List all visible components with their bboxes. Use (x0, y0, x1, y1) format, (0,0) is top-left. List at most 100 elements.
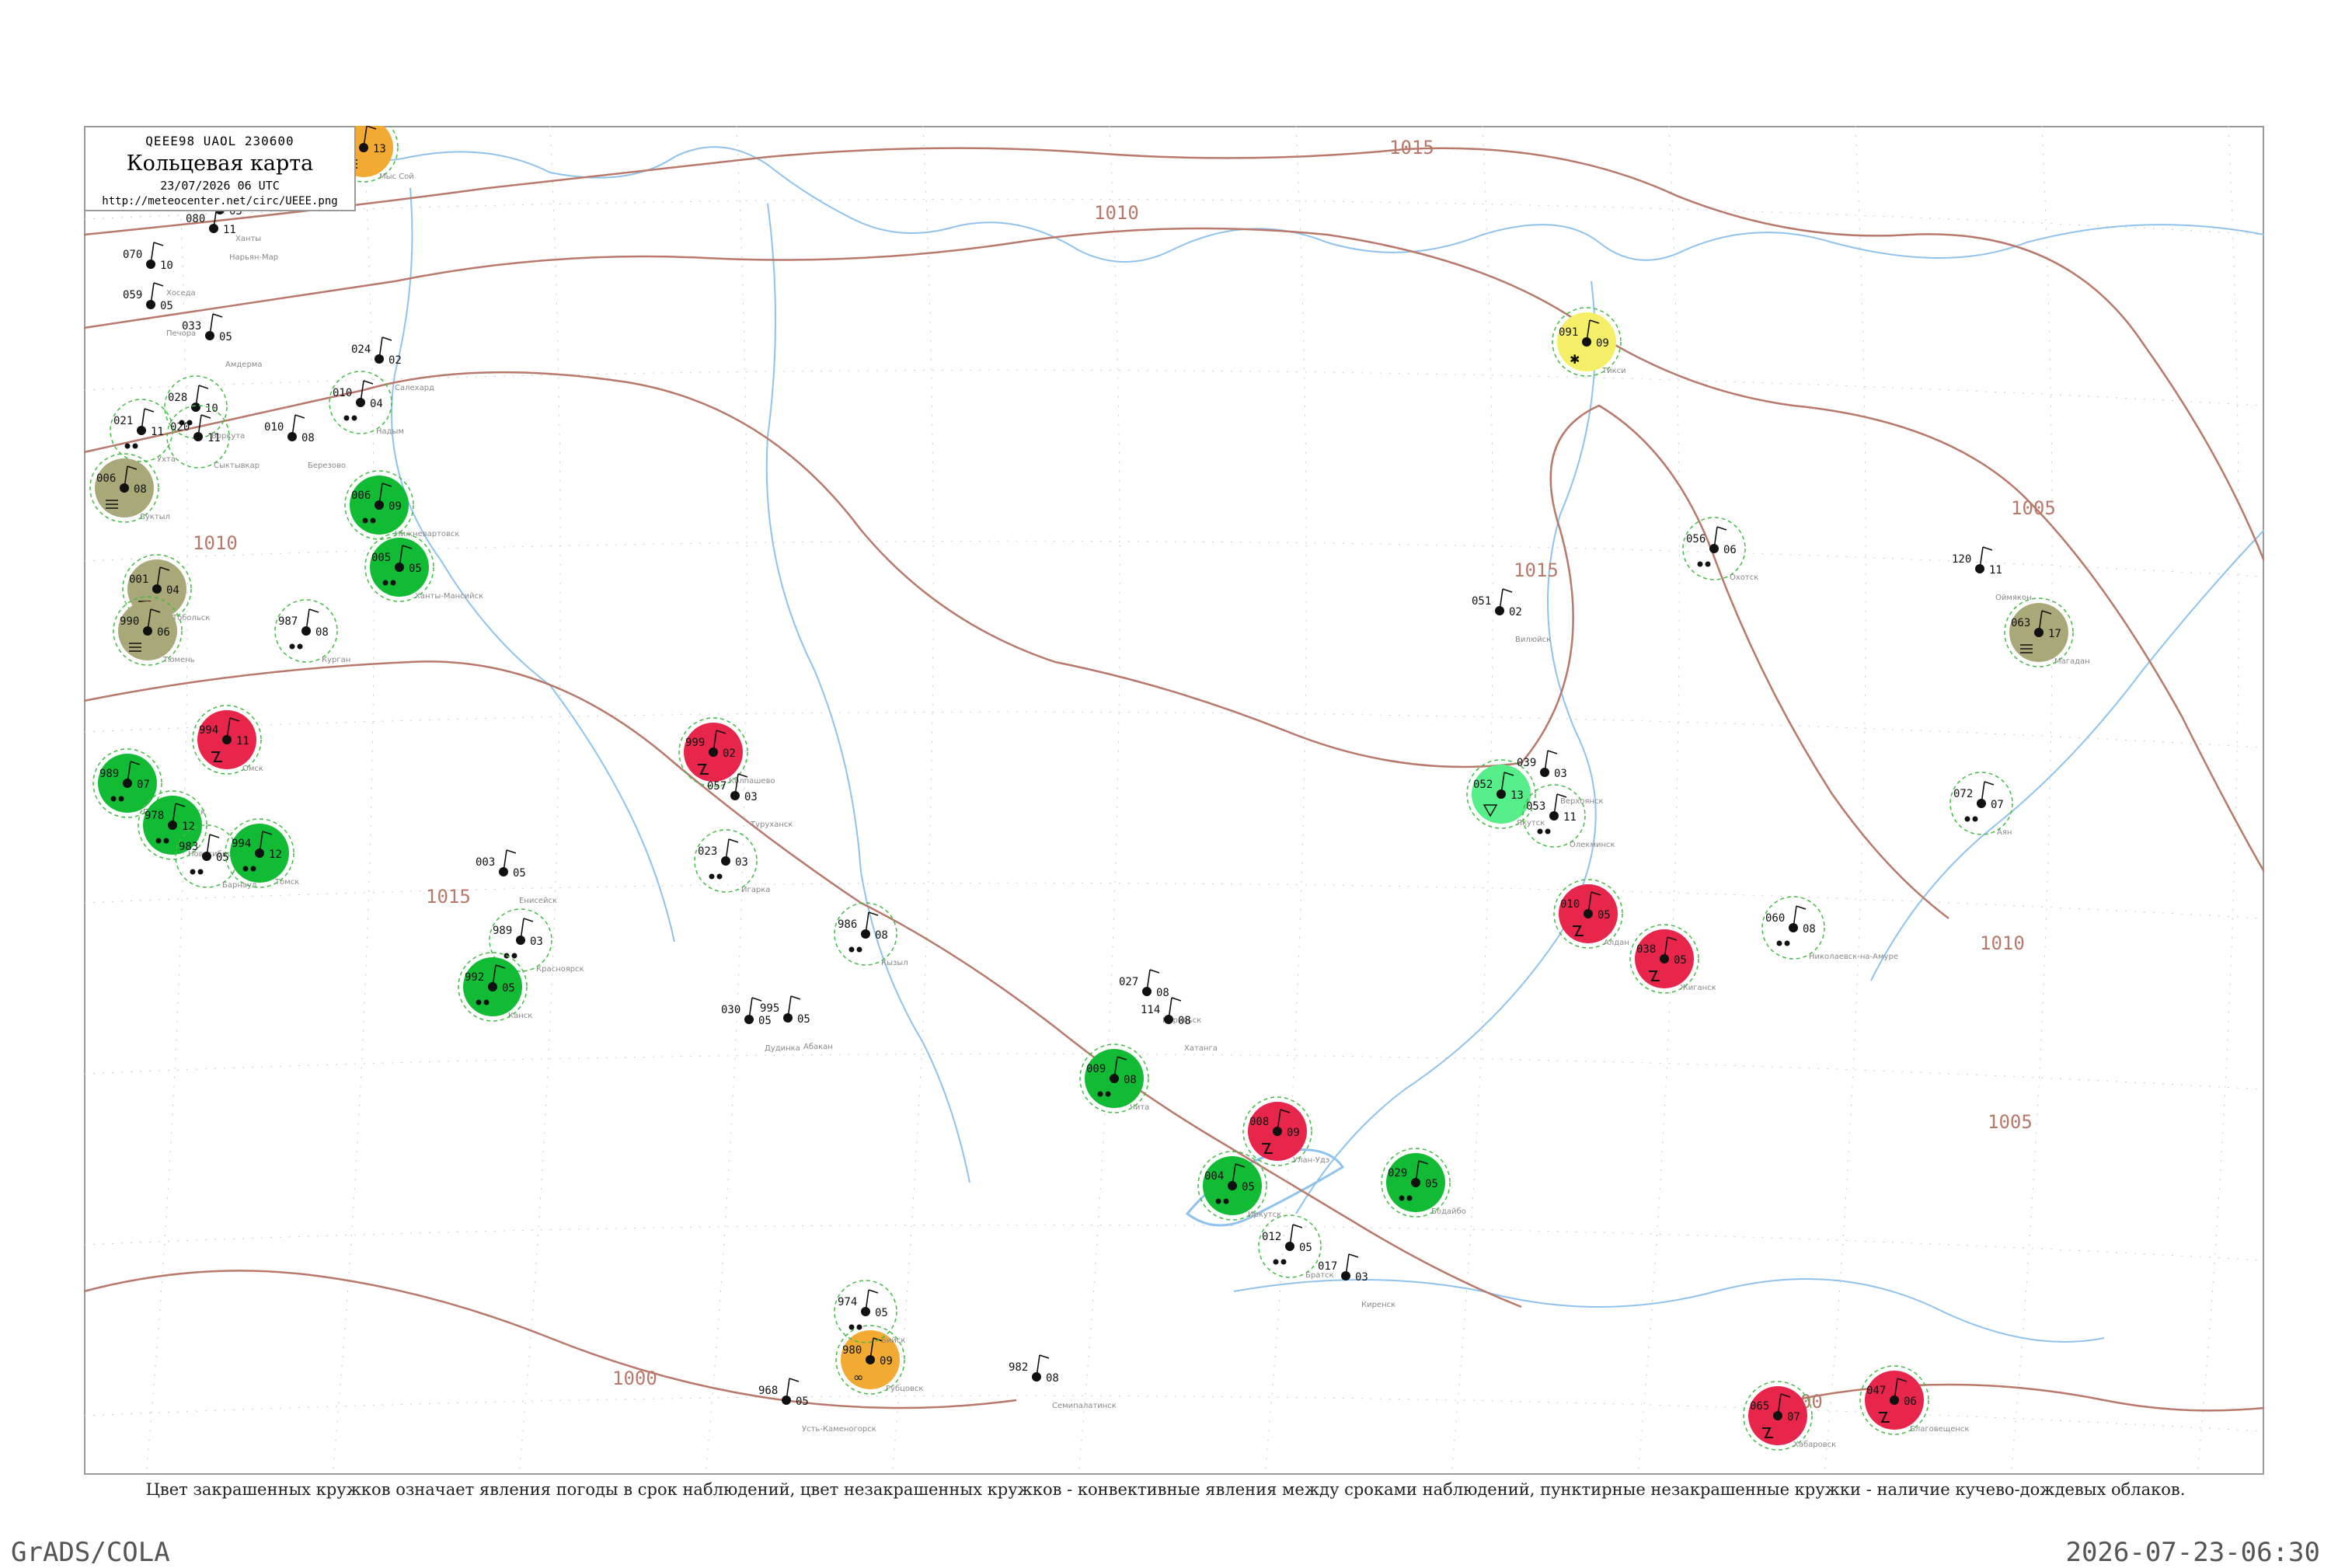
rain-icon (1705, 561, 1711, 567)
weather-station-s019[interactable]: 994 11 Омск (192, 705, 263, 775)
weather-station-s006[interactable]: 033 05 Амдерма (182, 313, 262, 369)
weather-station-s013[interactable]: 010 04 Надым (329, 371, 404, 436)
rain-icon (197, 869, 204, 875)
weather-station-s018[interactable]: 987 08 Курган (274, 599, 350, 664)
weather-station-s036[interactable]: 010 05 Алдан (1553, 879, 1629, 949)
rain-icon (132, 443, 138, 449)
weather-station-s010[interactable]: 006 08 Вуктыл (89, 453, 170, 523)
weather-station-s043[interactable]: 072 07 Аян (1949, 772, 2013, 837)
weather-station-s008[interactable]: 020 11 Сыктывкар (166, 405, 260, 470)
weather-station-s026[interactable]: 992 05 Канск (458, 952, 532, 1022)
rain-icon (118, 796, 124, 802)
rain-icon (1280, 1259, 1287, 1265)
station-name: Красноярск (536, 965, 584, 974)
weather-station-s056[interactable]: 982 08 Семипалатинск (1009, 1354, 1117, 1410)
weather-station-s049[interactable]: 004 05 Иркутск (1197, 1151, 1281, 1221)
rain-icon (848, 1324, 855, 1330)
weather-station-s038[interactable]: 038 05 Жиганск (1629, 924, 1716, 994)
weather-station-s051[interactable]: 017 03 Киренск (1318, 1253, 1395, 1309)
weather-station-s052[interactable]: 029 05 Бодайбо (1381, 1148, 1466, 1218)
station-temp-tendency: 11 (236, 735, 249, 747)
wind-barb-feather (308, 608, 319, 613)
wind-barb-feather (1796, 905, 1807, 910)
station-pressure: 994 (199, 724, 218, 737)
weather-station-s033[interactable]: 091 09 ✱ Тикси (1552, 307, 1626, 377)
station-pressure: 006 (96, 472, 116, 485)
station-name: Нижневартовск (395, 530, 459, 538)
rain-icon (155, 838, 162, 844)
station-temp-tendency: 11 (151, 426, 164, 438)
station-name: Вуктыл (140, 513, 170, 521)
weather-station-s027[interactable]: 003 05 Енисейск (476, 849, 557, 905)
wind-barb-feather (1984, 781, 1995, 786)
rain-icon (390, 580, 396, 586)
station-pressure: 989 (493, 925, 512, 937)
station-pressure: 063 (2011, 617, 2030, 629)
weather-map[interactable]: 1015101010051000101510101005100010151010… (84, 126, 2264, 1475)
rain-icon (1223, 1198, 1229, 1204)
station-temp-tendency: 10 (205, 402, 218, 415)
station-pressure: 060 (1765, 912, 1785, 925)
station-name: Якутск (1517, 819, 1545, 828)
river-yenisei (765, 203, 970, 1183)
station-temp-tendency: 09 (1287, 1127, 1300, 1139)
weather-station-s014[interactable]: 006 09 Нижневартовск (344, 470, 459, 540)
rain-icon (370, 517, 376, 524)
weather-station-s053[interactable]: 986 08 Кызыл (834, 902, 908, 967)
wind-barb-feather (382, 336, 392, 341)
rain-icon (1097, 1091, 1103, 1097)
station-name: Улан-Удэ (1293, 1156, 1329, 1165)
weather-station-s015[interactable]: 005 05 Ханты-Мансийск (364, 532, 483, 602)
weather-station-s034[interactable]: 052 13 Якутск (1466, 759, 1545, 829)
wind-barb-feather (294, 414, 305, 419)
station-temp-tendency: 02 (723, 747, 736, 760)
weather-station-s035[interactable]: 053 11 Олекминск (1522, 784, 1615, 849)
station-pressure: 989 (99, 768, 119, 780)
map-title-box: QEEE98 UAOL 230600 Кольцевая карта 23/07… (84, 126, 356, 211)
pacific-coast (1870, 529, 2264, 981)
station-name: Березово (308, 462, 346, 470)
station-temp-tendency: 03 (1554, 768, 1567, 780)
weather-station-s023[interactable]: 994 12 Томск (225, 818, 299, 888)
station-temp-tendency: 07 (137, 779, 150, 791)
station-pressure: 005 (371, 552, 391, 564)
isobar-label: 1010 (193, 532, 238, 554)
wind-barb-feather (523, 918, 534, 922)
weather-station-s044[interactable]: 060 08 Николаевск-на-Амуре (1761, 896, 1898, 961)
map-url[interactable]: http://meteocenter.net/circ/UEEE.png (85, 195, 354, 207)
weather-station-s048[interactable]: 008 09 Улан-Удэ (1242, 1096, 1329, 1166)
meridian-line (2197, 126, 2239, 1475)
rain-icon (382, 580, 388, 586)
weather-station-s041[interactable]: 063 17 Магадан (2004, 598, 2090, 667)
weather-station-s037[interactable]: 051 02 Вилюйск (1472, 588, 1551, 644)
meridian-line (891, 126, 934, 1475)
station-name: Колпашево (729, 777, 775, 786)
weather-station-s046[interactable]: 047 06 Благовещенск (1859, 1365, 1969, 1435)
weather-station-s047[interactable]: 009 08 Чита (1079, 1044, 1149, 1113)
station-temp-tendency: 08 (1046, 1372, 1059, 1385)
isobar-label: 1010 (1980, 932, 2025, 954)
weather-station-s055[interactable]: 980 09 ∞ Рубцовск (835, 1325, 923, 1395)
station-pressure: 017 (1318, 1260, 1337, 1273)
station-pressure: 051 (1472, 595, 1491, 608)
rain-icon (1697, 561, 1703, 567)
weather-station-s032[interactable]: 114 08 Хатанга (1141, 997, 1218, 1053)
station-pressure: 980 (842, 1344, 862, 1357)
station-name: Рубцовск (886, 1385, 923, 1393)
dust-icon: ∞ (853, 1370, 863, 1385)
station-name: Усть-Каменогорск (802, 1425, 876, 1434)
weather-station-s029[interactable]: 023 03 Игарка (694, 829, 770, 894)
weather-station-s011[interactable]: 010 08 Березово (264, 414, 346, 470)
station-pressure: 010 (264, 421, 284, 434)
station-pressure: 992 (465, 971, 484, 984)
station-pressure: 986 (838, 918, 857, 931)
station-name: Нарьян-Мар (229, 253, 278, 262)
station-name: Иркутск (1248, 1211, 1281, 1219)
weather-station-s017[interactable]: 990 06 Тюмень (113, 596, 195, 666)
weather-station-s024[interactable]: 999 02 Колпашево (678, 717, 775, 787)
weather-station-s040[interactable]: 12011Оймякон (1952, 546, 2032, 602)
map-title: Кольцевая карта (126, 152, 314, 176)
rain-icon (1784, 940, 1790, 946)
station-temp-tendency: 09 (1596, 337, 1609, 350)
rain-icon (110, 796, 117, 802)
